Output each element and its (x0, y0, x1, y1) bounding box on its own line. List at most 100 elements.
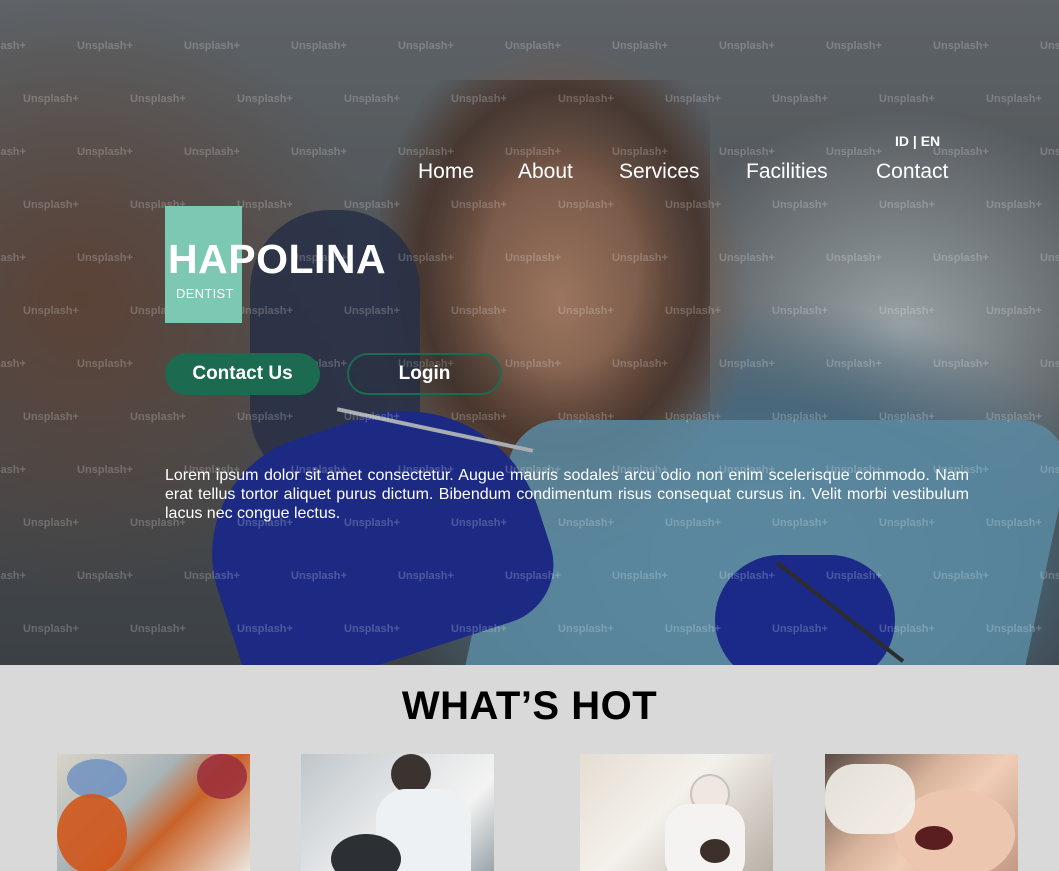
unsplash-watermark: Unsplash+ (451, 93, 507, 105)
unsplash-watermark: Unsplash+ (237, 305, 293, 317)
unsplash-watermark: Unsplash+ (23, 199, 79, 211)
unsplash-watermark: Unsplash+ (77, 570, 133, 582)
hot-card-3[interactable] (580, 754, 773, 871)
unsplash-watermark: Unsplash+ (665, 623, 721, 635)
unsplash-watermark: Unsplash+ (879, 305, 935, 317)
unsplash-watermark: Unsplash+ (1040, 252, 1059, 264)
unsplash-watermark: Unsplash+ (23, 517, 79, 529)
unsplash-watermark: Unsplash+ (933, 40, 989, 52)
unsplash-watermark: Unsplash+ (0, 358, 26, 370)
photo-detail (915, 826, 953, 850)
unsplash-watermark: Unsplash+ (398, 252, 454, 264)
unsplash-watermark: Unsplash+ (826, 358, 882, 370)
unsplash-watermark: Unsplash+ (719, 252, 775, 264)
unsplash-watermark: Unsplash+ (665, 305, 721, 317)
unsplash-watermark: Unsplash+ (612, 570, 668, 582)
photo-detail (665, 804, 745, 871)
unsplash-watermark: Unsplash+ (986, 623, 1042, 635)
unsplash-watermark: Unsplash+ (933, 570, 989, 582)
unsplash-watermark: Unsplash+ (665, 199, 721, 211)
unsplash-watermark: Unsplash+ (130, 93, 186, 105)
unsplash-watermark: Unsplash+ (772, 199, 828, 211)
photo-detail (700, 839, 730, 863)
unsplash-watermark: Unsplash+ (879, 411, 935, 423)
nav-services[interactable]: Services (619, 160, 700, 184)
unsplash-watermark: Unsplash+ (986, 517, 1042, 529)
unsplash-watermark: Unsplash+ (1040, 570, 1059, 582)
unsplash-watermark: Unsplash+ (1040, 40, 1059, 52)
unsplash-watermark: Unsplash+ (1040, 464, 1059, 476)
nav-about[interactable]: About (518, 160, 573, 184)
unsplash-watermark: Unsplash+ (505, 570, 561, 582)
unsplash-watermark: Unsplash+ (77, 252, 133, 264)
hot-card-4[interactable] (825, 754, 1018, 871)
unsplash-watermark: Unsplash+ (933, 358, 989, 370)
unsplash-watermark: Unsplash+ (772, 93, 828, 105)
nav-home[interactable]: Home (418, 160, 474, 184)
unsplash-watermark: Unsplash+ (77, 40, 133, 52)
dentists-treating-patient-photo (67, 759, 127, 799)
brand-title: HAPOLINA (168, 236, 387, 282)
unsplash-watermark: Unsplash+ (1040, 358, 1059, 370)
unsplash-watermark: Unsplash+ (933, 252, 989, 264)
unsplash-watermark: Unsplash+ (23, 93, 79, 105)
unsplash-watermark: Unsplash+ (612, 146, 668, 158)
unsplash-watermark: Unsplash+ (344, 199, 400, 211)
unsplash-watermark: Unsplash+ (986, 305, 1042, 317)
contact-us-button[interactable]: Contact Us (165, 353, 320, 395)
unsplash-watermark: Unsplash+ (184, 40, 240, 52)
unsplash-watermark: Unsplash+ (719, 40, 775, 52)
unsplash-watermark: Unsplash+ (0, 146, 26, 158)
unsplash-watermark: Unsplash+ (772, 623, 828, 635)
unsplash-watermark: Unsplash+ (665, 411, 721, 423)
unsplash-watermark: Unsplash+ (1040, 146, 1059, 158)
unsplash-watermark: Unsplash+ (558, 305, 614, 317)
unsplash-watermark: Unsplash+ (986, 199, 1042, 211)
hot-card-1[interactable] (57, 754, 250, 871)
unsplash-watermark: Unsplash+ (612, 252, 668, 264)
unsplash-watermark: Unsplash+ (0, 252, 26, 264)
unsplash-watermark: Unsplash+ (505, 146, 561, 158)
unsplash-watermark: Unsplash+ (77, 146, 133, 158)
unsplash-watermark: Unsplash+ (826, 146, 882, 158)
unsplash-watermark: Unsplash+ (879, 93, 935, 105)
unsplash-watermark: Unsplash+ (237, 93, 293, 105)
login-button[interactable]: Login (347, 353, 502, 395)
dentist-with-loupes-photo (391, 754, 431, 794)
unsplash-watermark: Unsplash+ (505, 358, 561, 370)
unsplash-watermark: Unsplash+ (826, 40, 882, 52)
unsplash-watermark: Unsplash+ (130, 411, 186, 423)
unsplash-watermark: Unsplash+ (344, 623, 400, 635)
unsplash-watermark: Unsplash+ (986, 411, 1042, 423)
unsplash-watermark: Unsplash+ (184, 146, 240, 158)
unsplash-watermark: Unsplash+ (344, 305, 400, 317)
unsplash-watermark: Unsplash+ (826, 252, 882, 264)
photo-detail (57, 794, 127, 871)
unsplash-watermark: Unsplash+ (451, 411, 507, 423)
unsplash-watermark: Unsplash+ (398, 146, 454, 158)
nav-facilities[interactable]: Facilities (746, 160, 828, 184)
unsplash-watermark: Unsplash+ (398, 40, 454, 52)
hot-card-2[interactable] (301, 754, 494, 871)
unsplash-watermark: Unsplash+ (291, 146, 347, 158)
unsplash-watermark: Unsplash+ (772, 305, 828, 317)
unsplash-watermark: Unsplash+ (0, 570, 26, 582)
unsplash-watermark: Unsplash+ (505, 40, 561, 52)
unsplash-watermark: Unsplash+ (719, 146, 775, 158)
unsplash-watermark: Unsplash+ (451, 199, 507, 211)
unsplash-watermark: Unsplash+ (291, 570, 347, 582)
photo-detail (197, 754, 247, 799)
hero-background-photo: Unsplash+ Unsplash+ Unsplash+ Unsplash+ Unsp… (0, 0, 1059, 665)
unsplash-watermark: Unsplash+ (344, 93, 400, 105)
unsplash-watermark: Unsplash+ (77, 358, 133, 370)
unsplash-watermark: Unsplash+ (612, 358, 668, 370)
nav-contact[interactable]: Contact (876, 160, 948, 184)
hero-description: Lorem ipsum dolor sit amet consectetur. … (165, 467, 969, 522)
unsplash-watermark: Unsplash+ (879, 623, 935, 635)
unsplash-watermark: Unsplash+ (505, 252, 561, 264)
photo-detail (825, 764, 915, 834)
unsplash-watermark: Unsplash+ (398, 570, 454, 582)
unsplash-watermark: Unsplash+ (0, 40, 26, 52)
language-switcher[interactable]: ID | EN (895, 133, 940, 149)
unsplash-watermark: Unsplash+ (558, 411, 614, 423)
